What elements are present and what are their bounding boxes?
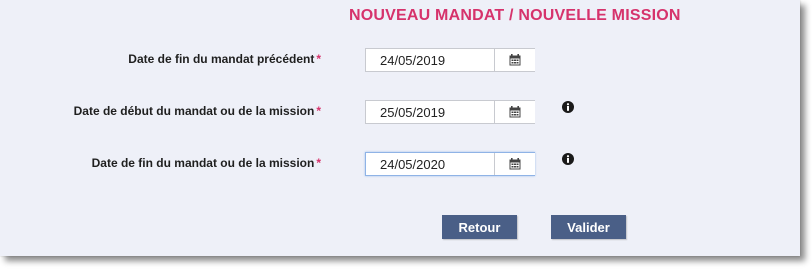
calendar-button-end[interactable] [494,153,535,175]
field-label-text: Date de début du mandat ou de la mission [73,104,315,118]
calendar-icon [509,54,521,66]
date-field-start [365,100,535,124]
back-button[interactable]: Retour [442,215,517,239]
info-icon[interactable] [562,153,574,165]
required-marker: * [316,156,321,170]
calendar-icon [509,158,521,170]
previous-end-date-input[interactable] [366,49,494,71]
field-label-text: Date de fin du mandat précédent [128,52,315,66]
field-label-end: Date de fin du mandat ou de la mission * [92,156,321,170]
field-label-text: Date de fin du mandat ou de la mission [91,156,315,170]
date-field-previous-end [365,48,535,72]
calendar-icon [509,106,521,118]
required-marker: * [316,52,321,66]
required-marker: * [316,104,321,118]
field-label-previous-end: Date de fin du mandat précédent * [128,52,321,66]
date-field-end [365,152,535,176]
start-date-input[interactable] [366,101,494,123]
field-row-end: Date de fin du mandat ou de la mission * [0,152,321,176]
calendar-button-start[interactable] [494,101,535,123]
field-label-start: Date de début du mandat ou de la mission… [74,104,321,118]
page-title: NOUVEAU MANDAT / NOUVELLE MISSION [349,7,681,24]
calendar-button-previous-end[interactable] [494,49,535,71]
end-date-input[interactable] [366,153,494,175]
field-row-start: Date de début du mandat ou de la mission… [0,100,321,124]
form-panel: NOUVEAU MANDAT / NOUVELLE MISSION Date d… [0,0,800,256]
field-row-previous-end: Date de fin du mandat précédent * [0,48,321,72]
submit-button[interactable]: Valider [551,215,626,239]
info-icon[interactable] [562,101,574,113]
